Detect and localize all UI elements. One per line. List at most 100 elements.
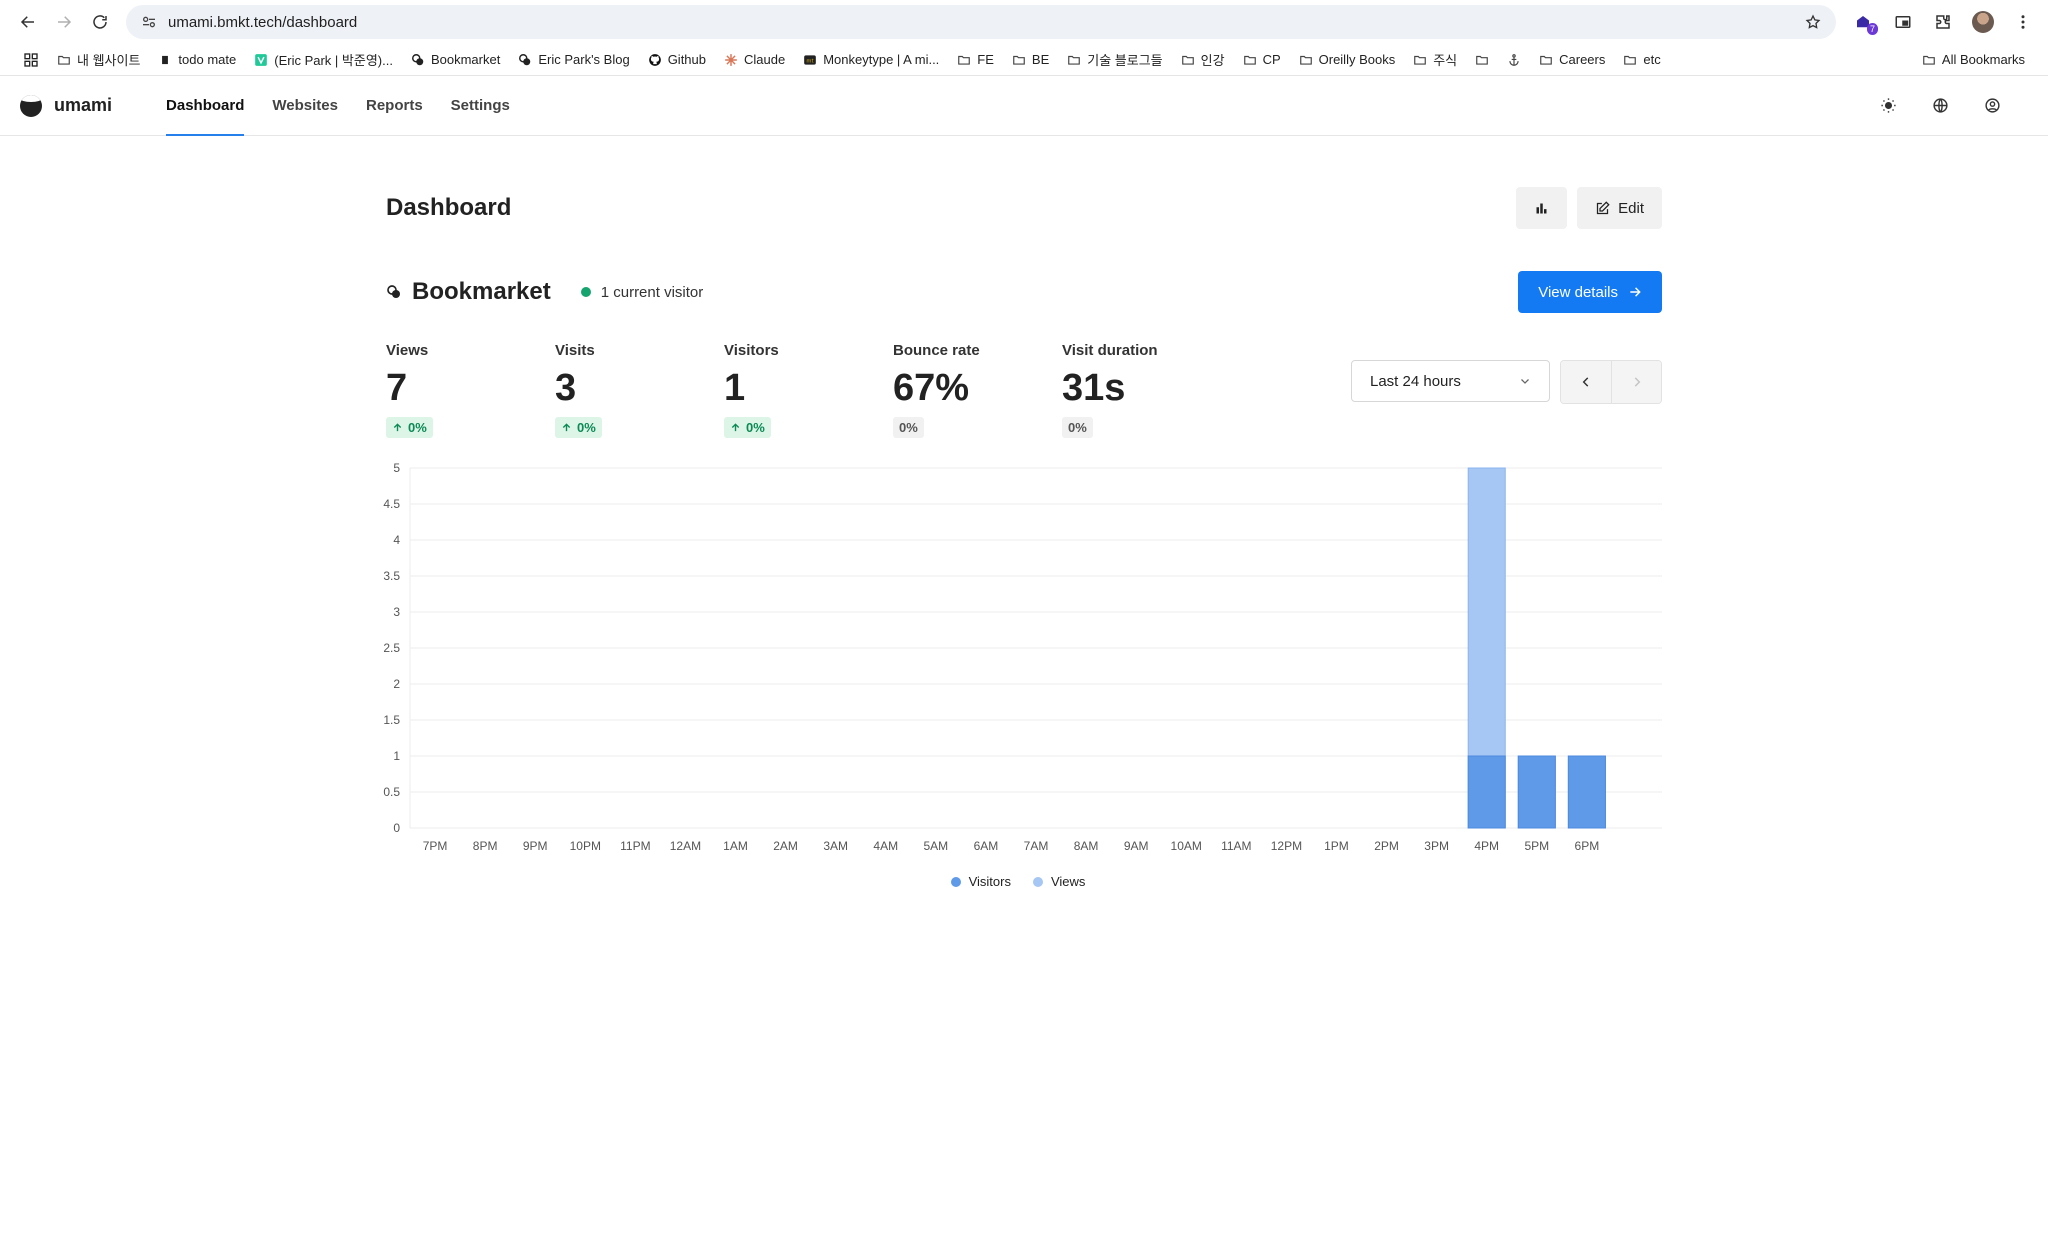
x-tick-label: 10AM xyxy=(1171,839,1202,853)
sun-icon[interactable] xyxy=(1876,94,1900,118)
bookmark-list: 내 웹사이트 todo mate (Eric Park | 박준영)... Bookm… xyxy=(48,46,1670,74)
nav-settings[interactable]: Settings xyxy=(437,76,524,135)
profile-avatar[interactable] xyxy=(1968,7,1998,37)
bookmark-star-icon[interactable] xyxy=(1800,14,1826,30)
bar-visitors[interactable] xyxy=(1467,755,1506,829)
extension-badge: 7 xyxy=(1866,23,1878,35)
x-tick-label: 6AM xyxy=(974,839,999,853)
chevron-left-icon xyxy=(1582,377,1589,387)
bookmarket-icon xyxy=(386,284,402,300)
metric-value: 3 xyxy=(555,367,577,409)
bookmark-item[interactable]: mt Monkeytype | A mi... xyxy=(794,46,948,74)
bookmark-item[interactable]: etc xyxy=(1614,46,1669,74)
extension-icon[interactable]: 7 xyxy=(1848,7,1878,37)
bookmark-label: 인강 xyxy=(1200,53,1225,68)
folder-icon xyxy=(1067,53,1081,67)
metric-value: 67% xyxy=(893,367,970,409)
x-tick-label: 5PM xyxy=(1524,839,1549,853)
edit-button-label: Edit xyxy=(1618,199,1644,217)
user-icon[interactable] xyxy=(1980,94,2004,118)
folder-icon xyxy=(1623,53,1637,67)
arrow-up-icon xyxy=(393,423,402,432)
date-range-select[interactable]: Last 24 hours xyxy=(1351,360,1550,402)
nav-dashboard[interactable]: Dashboard xyxy=(152,76,258,136)
bookmark-item[interactable]: 기술 블로그들 xyxy=(1058,46,1171,74)
x-tick-label: 7AM xyxy=(1024,839,1049,853)
folder-icon xyxy=(57,53,71,67)
app-logo[interactable]: umami xyxy=(20,94,112,117)
bookmark-item[interactable]: CP xyxy=(1234,46,1290,74)
bar-visitors[interactable] xyxy=(1517,755,1556,829)
extensions-puzzle-icon[interactable] xyxy=(1928,7,1958,37)
folder-icon xyxy=(1299,53,1313,67)
bookmark-label: 내 웹사이트 xyxy=(77,53,141,68)
bookmark-item[interactable]: Bookmarket xyxy=(402,46,509,74)
nav-websites[interactable]: Websites xyxy=(258,76,352,135)
website-name[interactable]: Bookmarket xyxy=(412,278,551,306)
cast-icon[interactable] xyxy=(1888,7,1918,37)
svg-text:mt: mt xyxy=(807,58,814,64)
y-tick-label: 3 xyxy=(393,605,400,619)
bar-visitors[interactable] xyxy=(1567,755,1606,829)
bookmark-item[interactable]: Oreilly Books xyxy=(1290,46,1405,74)
menu-dots-icon[interactable] xyxy=(2008,7,2038,37)
url-text[interactable]: umami.bmkt.tech/dashboard xyxy=(168,14,1800,31)
bookmark-item[interactable]: BE xyxy=(1003,46,1058,74)
bookmark-label: Careers xyxy=(1559,52,1606,67)
previous-period-button[interactable] xyxy=(1561,361,1611,403)
bookmark-item[interactable]: (Eric Park | 박준영)... xyxy=(245,46,402,74)
chevron-down-icon xyxy=(1519,375,1531,387)
bookmark-item[interactable]: FE xyxy=(948,46,1003,74)
address-bar[interactable]: umami.bmkt.tech/dashboard xyxy=(126,5,1836,39)
y-tick-label: 3.5 xyxy=(383,569,400,583)
all-bookmarks[interactable]: All Bookmarks xyxy=(1913,46,2034,74)
nav-reports[interactable]: Reports xyxy=(352,76,437,135)
bookmark-item[interactable] xyxy=(1498,46,1530,74)
folder-icon xyxy=(1922,53,1936,67)
legend-item-views[interactable]: Views xyxy=(1032,874,1085,889)
metric-value: 7 xyxy=(386,367,408,409)
bookmark-item[interactable]: 내 웹사이트 xyxy=(48,46,149,74)
bookmark-label: Claude xyxy=(744,52,786,67)
x-tick-label: 7PM xyxy=(423,839,448,853)
claude-icon xyxy=(724,53,738,67)
y-tick-label: 2.5 xyxy=(383,641,400,655)
app-header: umami Dashboard Websites Reports Setting… xyxy=(0,76,2048,136)
next-period-button[interactable] xyxy=(1611,361,1661,403)
bookmark-item[interactable]: Careers xyxy=(1530,46,1614,74)
arrow-up-icon xyxy=(562,423,571,432)
view-details-button[interactable]: View details xyxy=(1518,271,1662,313)
site-settings-icon[interactable] xyxy=(136,9,162,35)
metric-change-badge: 0% xyxy=(1062,417,1093,438)
x-tick-label: 9AM xyxy=(1124,839,1149,853)
x-tick-label: 10PM xyxy=(570,839,601,853)
metrics-group: Views 7 0% Visits 3 0% Visitors 1 0% Bounce rate 6… xyxy=(386,342,1231,438)
x-tick-label: 1PM xyxy=(1324,839,1349,853)
bookmark-item[interactable]: todo mate xyxy=(149,46,245,74)
metric-label: Bounce rate xyxy=(893,342,980,359)
metric-label: Visitors xyxy=(724,342,779,359)
bookmark-item[interactable]: Github xyxy=(639,46,715,74)
bookmark-item[interactable]: Claude xyxy=(715,46,794,74)
metric-change-badge: 0% xyxy=(386,417,433,438)
x-tick-label: 2AM xyxy=(773,839,798,853)
forward-icon[interactable] xyxy=(46,4,82,40)
bookmark-item[interactable] xyxy=(1466,46,1498,74)
bar-chart-icon xyxy=(1536,203,1547,213)
view-details-label: View details xyxy=(1538,283,1618,301)
chart-view-button[interactable] xyxy=(1516,187,1568,229)
bookmark-item[interactable]: 주식 xyxy=(1404,46,1466,74)
metric-change-badge: 0% xyxy=(555,417,602,438)
apps-grid-icon[interactable] xyxy=(14,46,48,74)
back-icon[interactable] xyxy=(10,4,46,40)
bookmark-item[interactable]: 인강 xyxy=(1172,46,1234,74)
metric-value: 31s xyxy=(1062,367,1126,409)
traffic-chart: 0 0.5 1 1.5 2 2.5 3 3.5 4 4.5 5 7PM 8PM 9PM 10PM 11PM 12… xyxy=(374,458,1662,898)
reload-icon[interactable] xyxy=(82,4,118,40)
legend-item-visitors[interactable]: Visitors xyxy=(950,874,1011,889)
globe-icon[interactable] xyxy=(1928,94,1952,118)
bookmark-label: FE xyxy=(977,52,994,67)
edit-button[interactable]: Edit xyxy=(1577,187,1662,229)
current-visitors: 1 current visitor xyxy=(600,283,704,301)
bookmark-item[interactable]: Eric Park's Blog xyxy=(509,46,638,74)
